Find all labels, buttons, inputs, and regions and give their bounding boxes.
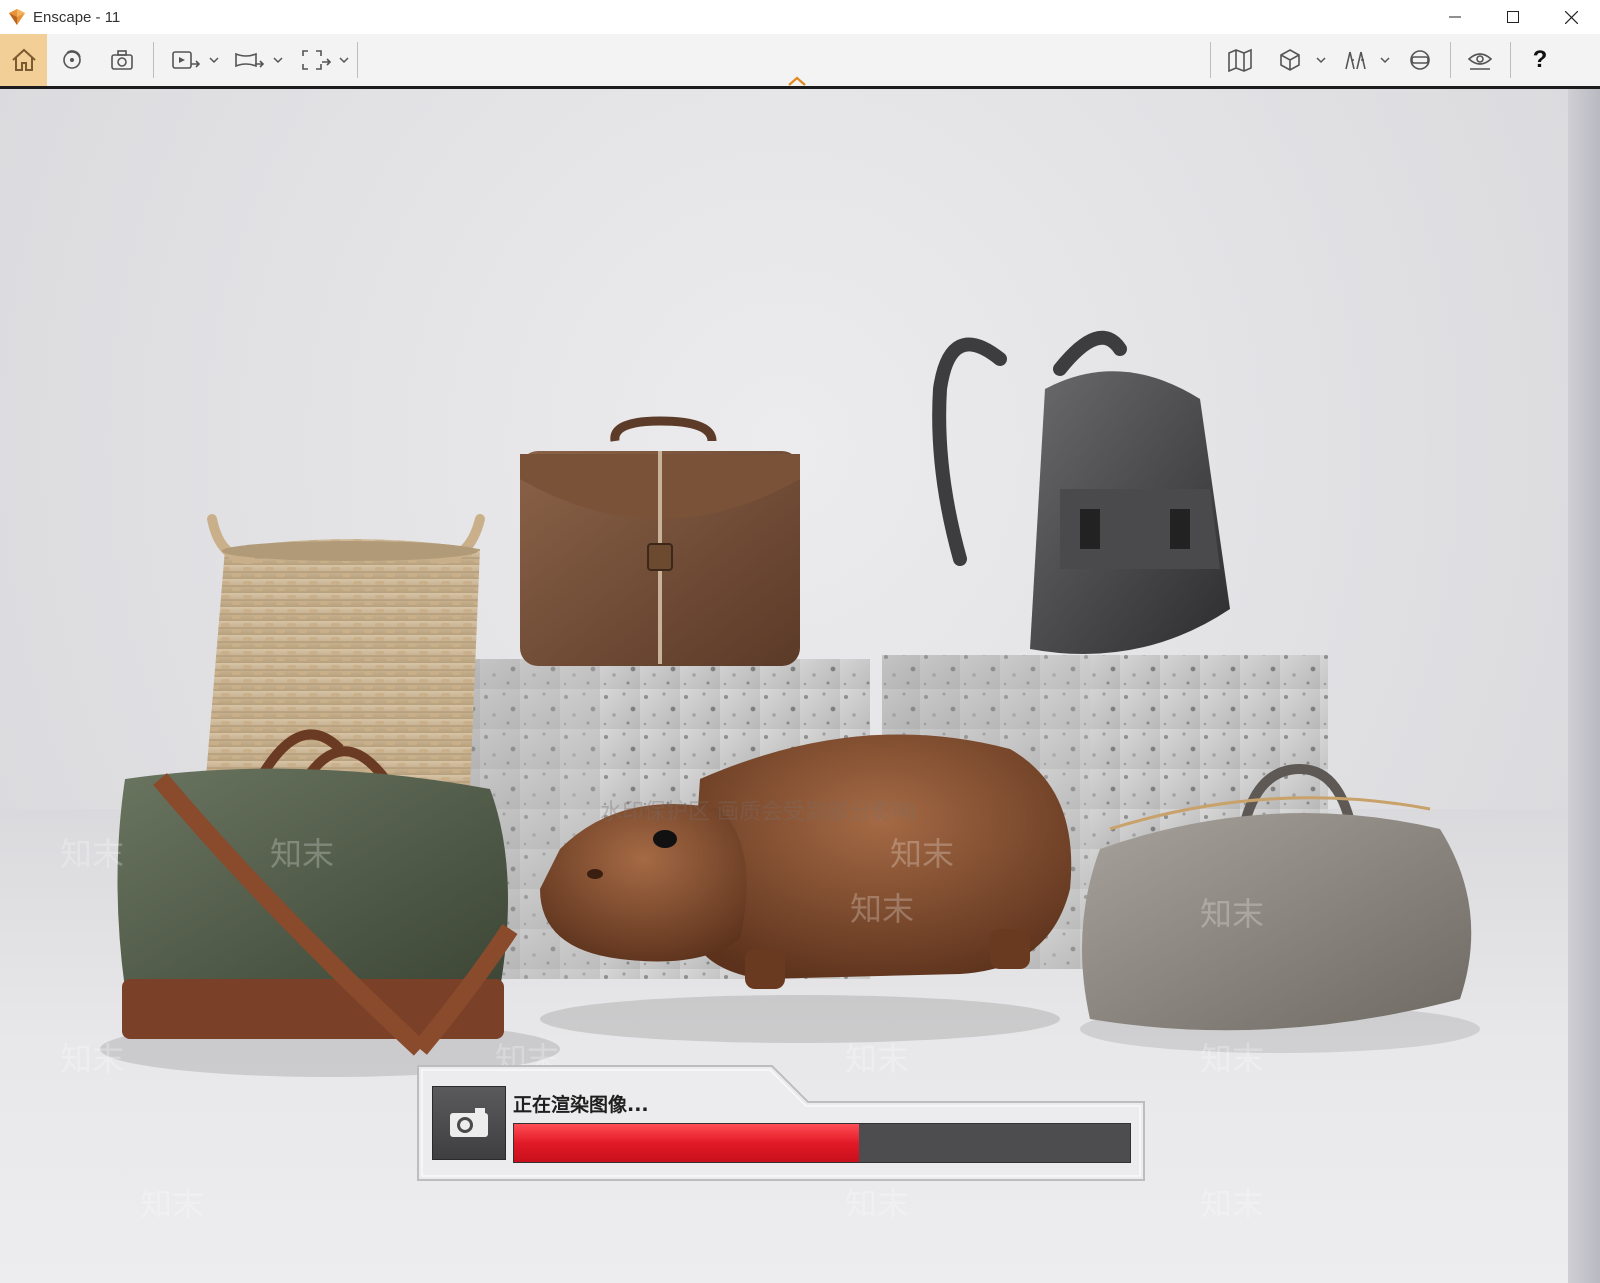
close-button[interactable] xyxy=(1542,0,1600,34)
export-video-button[interactable] xyxy=(166,34,206,86)
home-button[interactable] xyxy=(0,34,47,86)
render-progress-bar xyxy=(513,1123,1131,1163)
orbit-button[interactable] xyxy=(52,34,92,86)
watermark-text: 知末 xyxy=(1200,895,1265,933)
vr-headset-button[interactable] xyxy=(1400,34,1440,86)
asset-library-icon xyxy=(1345,51,1366,70)
panorama-dropdown[interactable] xyxy=(273,34,283,86)
maximize-icon xyxy=(1507,11,1519,23)
asset-library-dropdown[interactable] xyxy=(1380,34,1390,86)
minimize-button[interactable] xyxy=(1426,0,1484,34)
screenshot-icon xyxy=(111,50,133,70)
chevron-down-icon xyxy=(1380,57,1390,64)
black-backpack xyxy=(932,330,1230,654)
toolbar-separator xyxy=(153,42,154,78)
window-controls xyxy=(1426,0,1600,34)
render-progress-fill xyxy=(514,1124,859,1162)
asset-library-button[interactable] xyxy=(1336,34,1376,86)
toolbar-separator xyxy=(1450,42,1451,78)
vr-headset-icon xyxy=(1410,50,1430,70)
close-icon xyxy=(1564,10,1578,24)
maximize-button[interactable] xyxy=(1484,0,1542,34)
watermark-text: 知末 xyxy=(60,1040,125,1078)
enscape-toolbar: ? xyxy=(0,34,1600,89)
toolbar-separator xyxy=(1210,42,1211,78)
visual-settings-button[interactable] xyxy=(1460,34,1500,86)
window-title: Enscape - 11 xyxy=(33,8,121,26)
watermark-overlay-text: 水印保护区 画质会受到部分影响 xyxy=(600,800,915,825)
cube-view-icon xyxy=(1280,49,1300,71)
map-icon xyxy=(1228,48,1252,72)
watermark-text: 知末 xyxy=(1200,1185,1265,1223)
batch-render-button[interactable] xyxy=(296,34,336,86)
cube-view-dropdown[interactable] xyxy=(1316,34,1326,86)
chevron-down-icon xyxy=(273,57,283,64)
cube-view-button[interactable] xyxy=(1270,34,1310,86)
minimize-icon xyxy=(1449,16,1461,18)
title-bar: Enscape - 11 xyxy=(0,0,1600,34)
leather-briefcase xyxy=(520,416,800,666)
enscape-logo-icon xyxy=(8,8,26,26)
render-status-text: 正在渲染图像... xyxy=(513,1094,649,1116)
watermark-text: 知末 xyxy=(60,835,125,873)
export-video-dropdown[interactable] xyxy=(209,34,219,86)
shadow xyxy=(540,995,1060,1043)
map-button[interactable] xyxy=(1220,34,1260,86)
chevron-up-icon xyxy=(788,76,806,86)
enscape-window: Enscape - 11 ? 知末 知末 知末 知末 知末 知末 知末 知末 知… xyxy=(0,0,1600,1283)
visual-settings-icon xyxy=(1467,53,1493,70)
panorama-icon xyxy=(235,52,265,68)
toolbar-separator xyxy=(1510,42,1511,78)
toolbar-separator xyxy=(357,42,358,78)
window-edge xyxy=(1568,89,1600,1283)
chevron-down-icon xyxy=(1316,57,1326,64)
render-progress-dialog: 正在渲染图像... xyxy=(416,1062,1146,1182)
batch-render-icon xyxy=(302,50,332,70)
dialog-frame xyxy=(417,1065,1145,1181)
watermark-text: 知末 xyxy=(1200,1040,1265,1078)
watermark-text: 知末 xyxy=(850,890,915,928)
camera-icon xyxy=(432,1086,506,1160)
batch-render-dropdown[interactable] xyxy=(339,34,349,86)
watermark-text: 知末 xyxy=(140,1185,205,1223)
screenshot-button[interactable] xyxy=(102,34,142,86)
watermark-text: 知末 xyxy=(270,835,335,873)
collapse-toolbar-button[interactable] xyxy=(770,34,824,90)
orbit-icon xyxy=(63,50,81,69)
help-button[interactable]: ? xyxy=(1520,34,1560,86)
chevron-down-icon xyxy=(339,57,349,64)
export-video-icon xyxy=(172,51,201,69)
home-icon xyxy=(11,48,36,71)
chevron-down-icon xyxy=(209,57,219,64)
watermark-text: 知末 xyxy=(890,835,955,873)
panorama-button[interactable] xyxy=(229,34,269,86)
wicker-basket xyxy=(205,514,485,799)
watermark-text: 知末 xyxy=(845,1185,910,1223)
